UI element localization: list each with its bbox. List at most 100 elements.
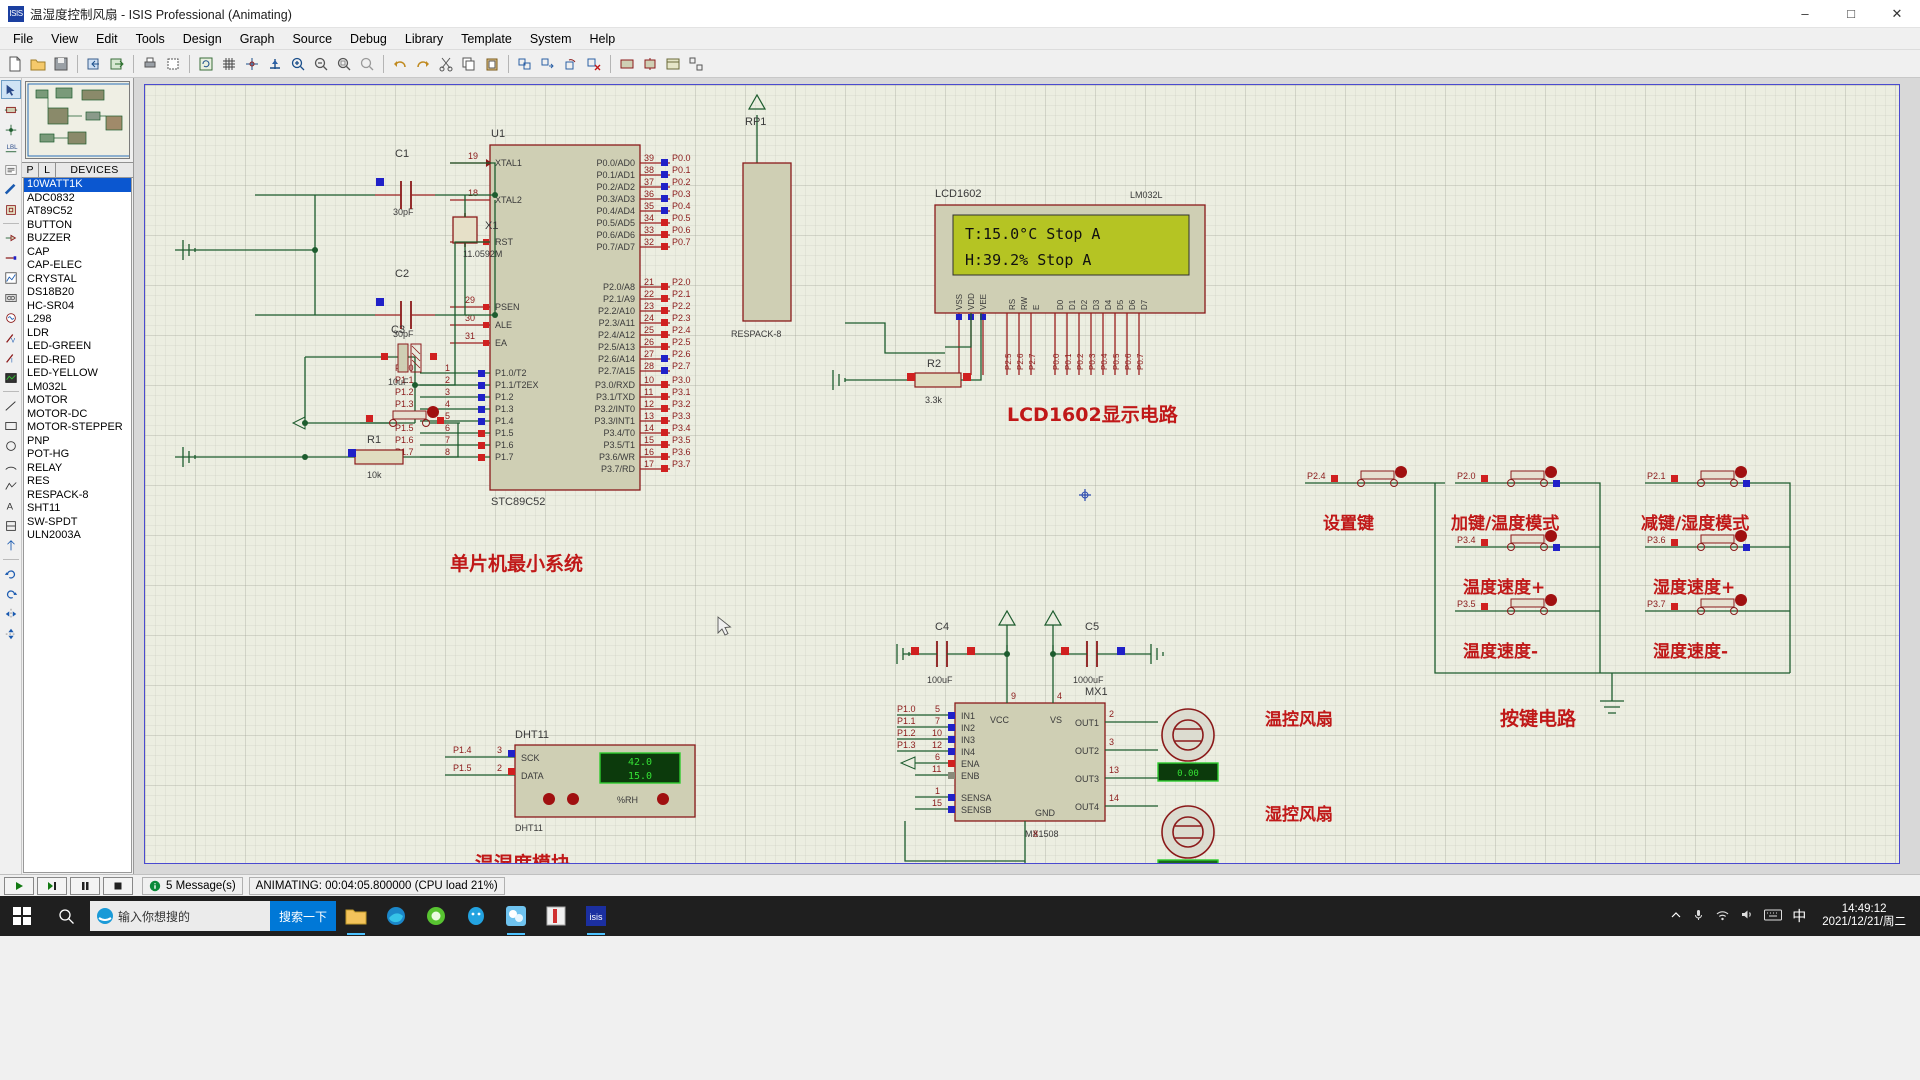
pdf-reader-icon[interactable] [536,896,576,936]
device-list-item[interactable]: ADC0832 [24,192,131,206]
360-browser-icon[interactable] [416,896,456,936]
open-file-icon[interactable] [27,53,49,75]
export-icon[interactable] [106,53,128,75]
button-set[interactable]: P2.4 设置键 [1305,466,1445,534]
device-list-item[interactable]: LDR [24,327,131,341]
maximize-button[interactable]: □ [1828,0,1874,28]
button-humid-speed-down[interactable]: P3.7 湿度速度- [1645,594,1790,662]
make-device-icon[interactable] [639,53,661,75]
menu-debug[interactable]: Debug [341,30,396,48]
device-list-item[interactable]: AT89C52 [24,205,131,219]
block-copy-icon[interactable] [514,53,536,75]
paste-icon[interactable] [481,53,503,75]
block-rotate-icon[interactable] [560,53,582,75]
device-list-item[interactable]: L298 [24,313,131,327]
menu-graph[interactable]: Graph [231,30,284,48]
menu-source[interactable]: Source [283,30,341,48]
current-probe-icon[interactable]: I [1,348,21,367]
redo-icon[interactable] [412,53,434,75]
print-icon[interactable] [139,53,161,75]
component-rp1[interactable]: RP1 RESPACK-8 [731,93,792,339]
subcircuit-icon[interactable] [1,200,21,219]
menu-system[interactable]: System [521,30,581,48]
search-button[interactable]: 搜索一下 [269,901,336,931]
component-r1[interactable]: R1 10k [305,423,459,480]
undo-icon[interactable] [389,53,411,75]
play-button[interactable] [4,876,34,895]
block-delete-icon[interactable] [583,53,605,75]
zoom-out-icon[interactable] [310,53,332,75]
button-humid-speed-up[interactable]: P3.6 湿度速度+ [1645,530,1790,598]
device-list-item[interactable]: MOTOR-STEPPER [24,421,131,435]
minimize-button[interactable]: – [1782,0,1828,28]
grid-icon[interactable] [218,53,240,75]
box-icon[interactable] [1,416,21,435]
copy-icon[interactable] [458,53,480,75]
wifi-icon[interactable] [1715,908,1730,924]
block-move-icon[interactable] [537,53,559,75]
arc-icon[interactable] [1,456,21,475]
virtual-instrument-icon[interactable] [1,368,21,387]
symbol-icon[interactable] [1,516,21,535]
messages-status[interactable]: 5 Message(s) [142,876,243,895]
circle-icon[interactable] [1,436,21,455]
pick-origin-icon[interactable] [264,53,286,75]
device-pin-icon[interactable] [1,248,21,267]
device-list-item[interactable]: CAP [24,246,131,260]
wechat-icon[interactable] [496,896,536,936]
path-icon[interactable] [1,476,21,495]
component-r2[interactable]: R2 3.3k [845,313,982,405]
chevron-up-icon[interactable] [1670,909,1682,924]
print-area-icon[interactable] [162,53,184,75]
device-list-item[interactable]: MOTOR-DC [24,408,131,422]
tape-recorder-icon[interactable] [1,288,21,307]
menu-edit[interactable]: Edit [87,30,127,48]
device-list-item[interactable]: DS18B20 [24,286,131,300]
device-list-item[interactable]: BUZZER [24,232,131,246]
origin-icon[interactable] [241,53,263,75]
zoom-area-icon[interactable] [333,53,355,75]
zoom-all-icon[interactable] [356,53,378,75]
device-list-item[interactable]: BUTTON [24,219,131,233]
generator-icon[interactable] [1,308,21,327]
import-icon[interactable] [83,53,105,75]
file-explorer-icon[interactable] [336,896,376,936]
pick-device-icon[interactable] [616,53,638,75]
windows-start-icon[interactable] [0,896,44,936]
rotate-ccw-icon[interactable] [1,584,21,603]
device-p-button[interactable]: P [22,162,39,178]
text-script-icon[interactable] [1,160,21,179]
marker-icon[interactable] [1,536,21,555]
selection-mode-icon[interactable] [0,80,21,99]
component-mode-icon[interactable] [1,100,21,119]
refresh-icon[interactable] [195,53,217,75]
device-list-item[interactable]: RELAY [24,462,131,476]
device-list-item[interactable]: RESPACK-8 [24,489,131,503]
voltage-probe-icon[interactable]: V [1,328,21,347]
device-list[interactable]: 10WATT1K ADC0832 AT89C52 BUTTON BUZZER C… [23,177,132,873]
reset-circuit[interactable]: C3 10uF R1 10k [175,241,490,480]
taskbar-clock[interactable]: 14:49:12 2021/12/21/周二 [1816,903,1912,929]
device-list-item[interactable]: LM032L [24,381,131,395]
device-list-item[interactable]: SHT11 [24,502,131,516]
microphone-icon[interactable] [1692,908,1705,924]
keyboard-icon[interactable] [1764,909,1783,924]
qq-icon[interactable] [456,896,496,936]
device-list-item[interactable]: MOTOR [24,394,131,408]
menu-library[interactable]: Library [396,30,452,48]
motor-temp-fan[interactable]: 0.00 [1150,708,1219,782]
cut-icon[interactable] [435,53,457,75]
save-file-icon[interactable] [50,53,72,75]
menu-file[interactable]: File [4,30,42,48]
device-list-item[interactable]: 10WATT1K [24,178,131,192]
line-icon[interactable] [1,396,21,415]
device-list-item[interactable]: RES [24,475,131,489]
button-temp-speed-up[interactable]: P3.4 温度速度+ [1455,530,1600,598]
search-icon[interactable] [44,896,88,936]
package-icon[interactable] [662,53,684,75]
component-u1[interactable]: U1 STC89C52 XTAL1 XTAL2 RST PSEN ALE EA … [395,128,691,508]
step-button[interactable] [37,876,67,895]
menu-tools[interactable]: Tools [127,30,174,48]
rotate-cw-icon[interactable] [1,564,21,583]
volume-icon[interactable] [1740,908,1754,924]
